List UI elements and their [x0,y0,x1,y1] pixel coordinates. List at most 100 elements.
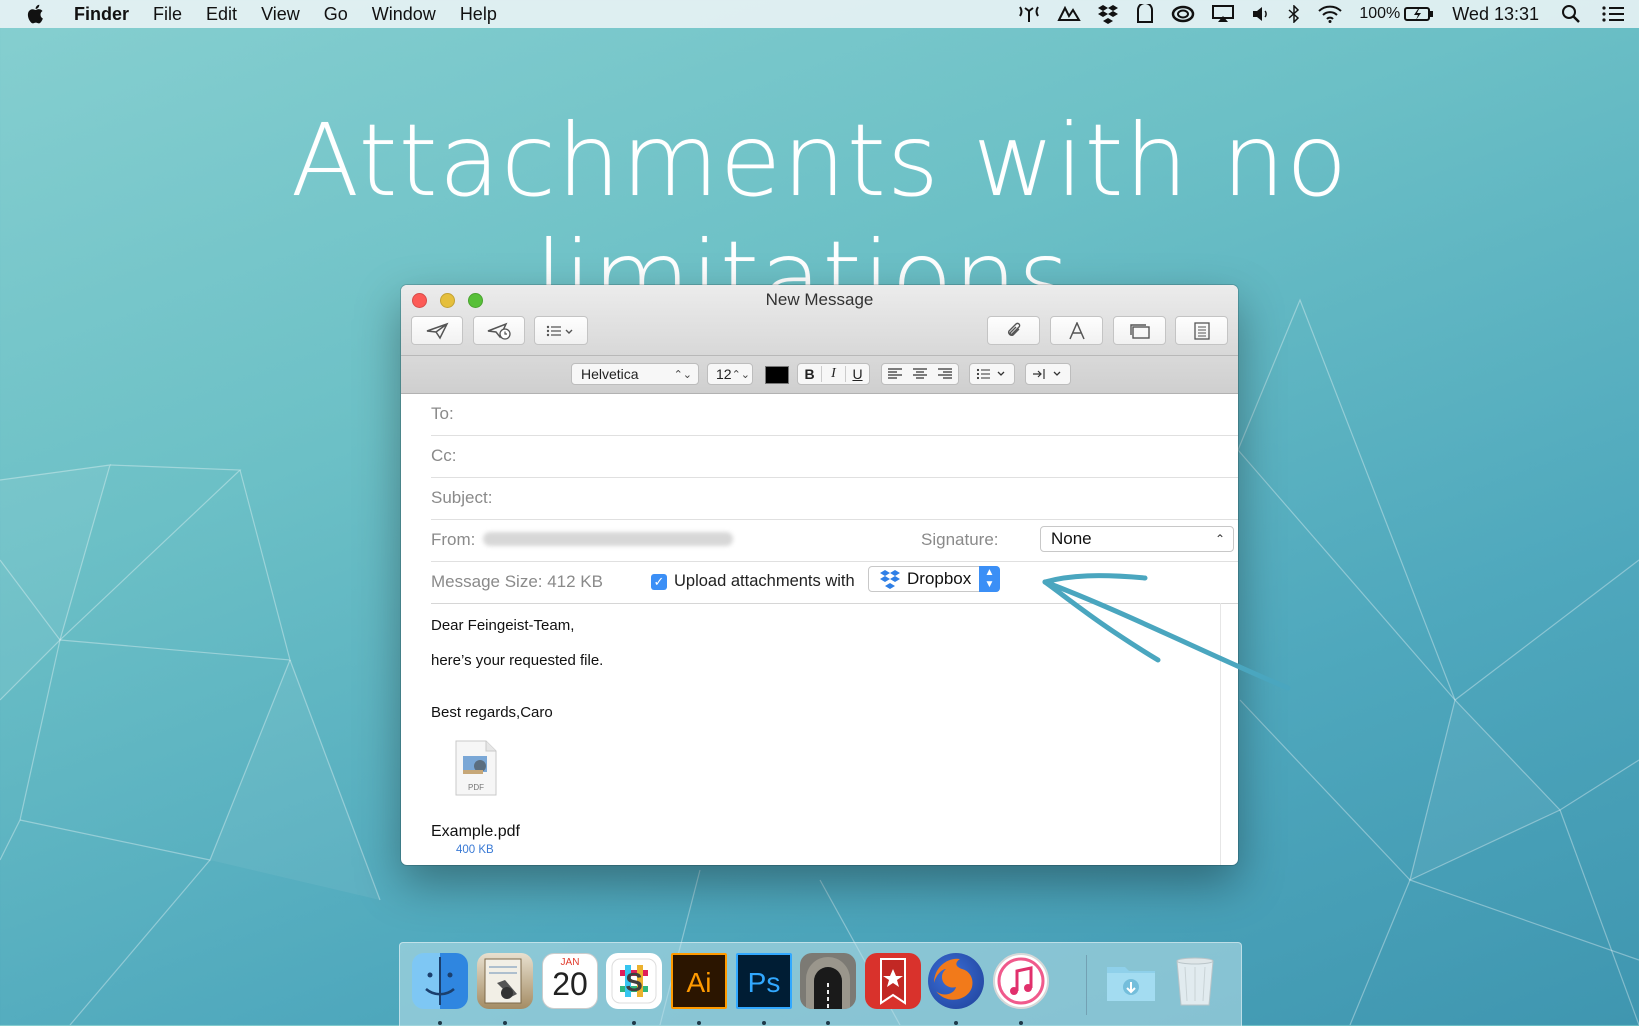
align-right-icon[interactable] [933,368,958,380]
stationery-button[interactable] [1175,316,1228,345]
attachment-name[interactable]: Example.pdf [431,823,520,841]
dock-separator [1086,955,1087,1015]
spotlight-search-icon[interactable] [1561,4,1581,24]
window-toolbar: New Message [401,285,1238,356]
wifi-icon[interactable] [1317,5,1343,23]
svg-text:Ps: Ps [748,967,781,998]
to-field[interactable]: To: [431,393,1238,436]
paperclip-icon [1007,322,1020,336]
header-fields-button[interactable] [534,316,588,345]
indent-icon [1033,369,1061,379]
slack-dock-icon[interactable]: S [606,953,662,1009]
stationery-icon [1193,321,1210,340]
text-color-swatch[interactable] [765,366,789,384]
itunes-dock-icon[interactable] [993,953,1049,1009]
dropbox-status-icon[interactable] [1097,4,1119,24]
body-text: here’s your requested file. [431,652,604,669]
illustrator-dock-icon[interactable]: Ai [671,953,727,1009]
bluetooth-icon[interactable] [1287,5,1301,23]
send-later-button[interactable] [473,316,525,345]
running-indicator [826,1021,830,1025]
alignment-group [881,363,959,385]
upload-service-value: Dropbox [907,569,972,588]
message-size: Message Size: 412 KB [431,572,603,591]
align-left-icon[interactable] [882,368,907,380]
signature-select[interactable]: None ⌃ [1040,526,1234,552]
cc-label: Cc: [431,446,457,465]
bold-button[interactable]: B [798,366,821,382]
pdf-file-icon[interactable]: PDF [454,740,498,796]
upload-service-select[interactable]: Dropbox ▲ ▼ [868,566,1000,592]
font-a-icon [1068,321,1085,339]
status-tag-icon[interactable] [1135,4,1155,24]
menu-go[interactable]: Go [324,4,348,25]
menu-edit[interactable]: Edit [206,4,237,25]
dropbox-icon [880,570,900,589]
status-sync-icon[interactable] [1057,6,1082,22]
battery-icon[interactable] [1404,6,1434,22]
font-size-select[interactable]: 12 ⌃⌄ [707,363,753,385]
updown-chevron-icon: ▲ ▼ [979,566,1000,592]
font-size-value: 12 [716,366,732,382]
upload-attachments-checkbox[interactable]: ✓ [651,574,667,590]
annotation-arrow [1042,573,1291,691]
from-row: From: Signature: None ⌃ [431,519,1238,562]
updown-chevron-icon: ⌃⌄ [731,368,751,381]
dock: JAN 20 S Ai Ps [399,942,1242,1026]
body-greeting: Dear Feingeist-Team, [431,617,575,634]
fonts-button[interactable] [1050,316,1103,345]
airplay-icon[interactable] [1211,5,1235,23]
mail-app-dock-icon[interactable] [477,953,533,1009]
updown-chevron-icon: ⌃ [1214,532,1225,546]
send-button[interactable] [411,316,463,345]
clock[interactable]: Wed 13:31 [1452,4,1539,25]
volume-icon[interactable] [1251,5,1271,23]
font-family-value: Helvetica [581,366,639,382]
list-chevron-icon [546,325,573,336]
menu-app-name[interactable]: Finder [74,4,129,25]
from-address-blurred[interactable] [483,532,733,546]
running-indicator [503,1021,507,1025]
apple-menu-icon[interactable] [26,4,48,24]
photo-browser-icon [1129,323,1150,339]
photo-browser-button[interactable] [1113,316,1166,345]
attach-button[interactable] [987,316,1040,345]
updown-chevron-icon: ⌃⌄ [673,368,692,381]
status-antenna-icon[interactable] [1017,5,1041,23]
italic-button[interactable]: I [821,366,845,382]
underline-button[interactable]: U [845,366,869,382]
indent-select[interactable] [1025,363,1071,385]
wunderlist-dock-icon[interactable] [865,953,921,1009]
menu-view[interactable]: View [261,4,300,25]
send-later-icon [487,322,511,340]
battery-percent[interactable]: 100% [1359,5,1400,23]
photoshop-dock-icon[interactable]: Ps [736,953,792,1009]
notification-center-icon[interactable] [1601,5,1625,23]
pdf-icon-label: PDF [468,783,484,792]
svg-text:S: S [625,967,642,997]
downloads-stack-icon[interactable] [1103,953,1159,1009]
svg-text:Ai: Ai [687,967,712,998]
running-indicator [762,1021,766,1025]
finder-dock-icon[interactable] [412,953,468,1009]
cc-field[interactable]: Cc: [431,435,1238,478]
subject-label: Subject: [431,488,493,507]
trash-icon[interactable] [1167,953,1223,1009]
menu-file[interactable]: File [153,4,182,25]
creative-cloud-icon[interactable] [1171,5,1195,23]
running-indicator [697,1021,701,1025]
signature-value: None [1051,529,1092,548]
running-indicator [954,1021,958,1025]
list-style-select[interactable] [969,363,1015,385]
menu-help[interactable]: Help [460,4,497,25]
tunnel-app-dock-icon[interactable] [800,953,856,1009]
bullet-list-icon [976,368,1005,380]
firefox-dock-icon[interactable] [928,953,984,1009]
menu-window[interactable]: Window [372,4,436,25]
running-indicator [438,1021,442,1025]
calendar-dock-icon[interactable]: JAN 20 [542,953,598,1009]
subject-field[interactable]: Subject: [431,477,1238,520]
font-family-select[interactable]: Helvetica ⌃⌄ [571,363,699,385]
align-center-icon[interactable] [907,368,932,380]
upload-attachments-label: Upload attachments with [674,572,855,590]
